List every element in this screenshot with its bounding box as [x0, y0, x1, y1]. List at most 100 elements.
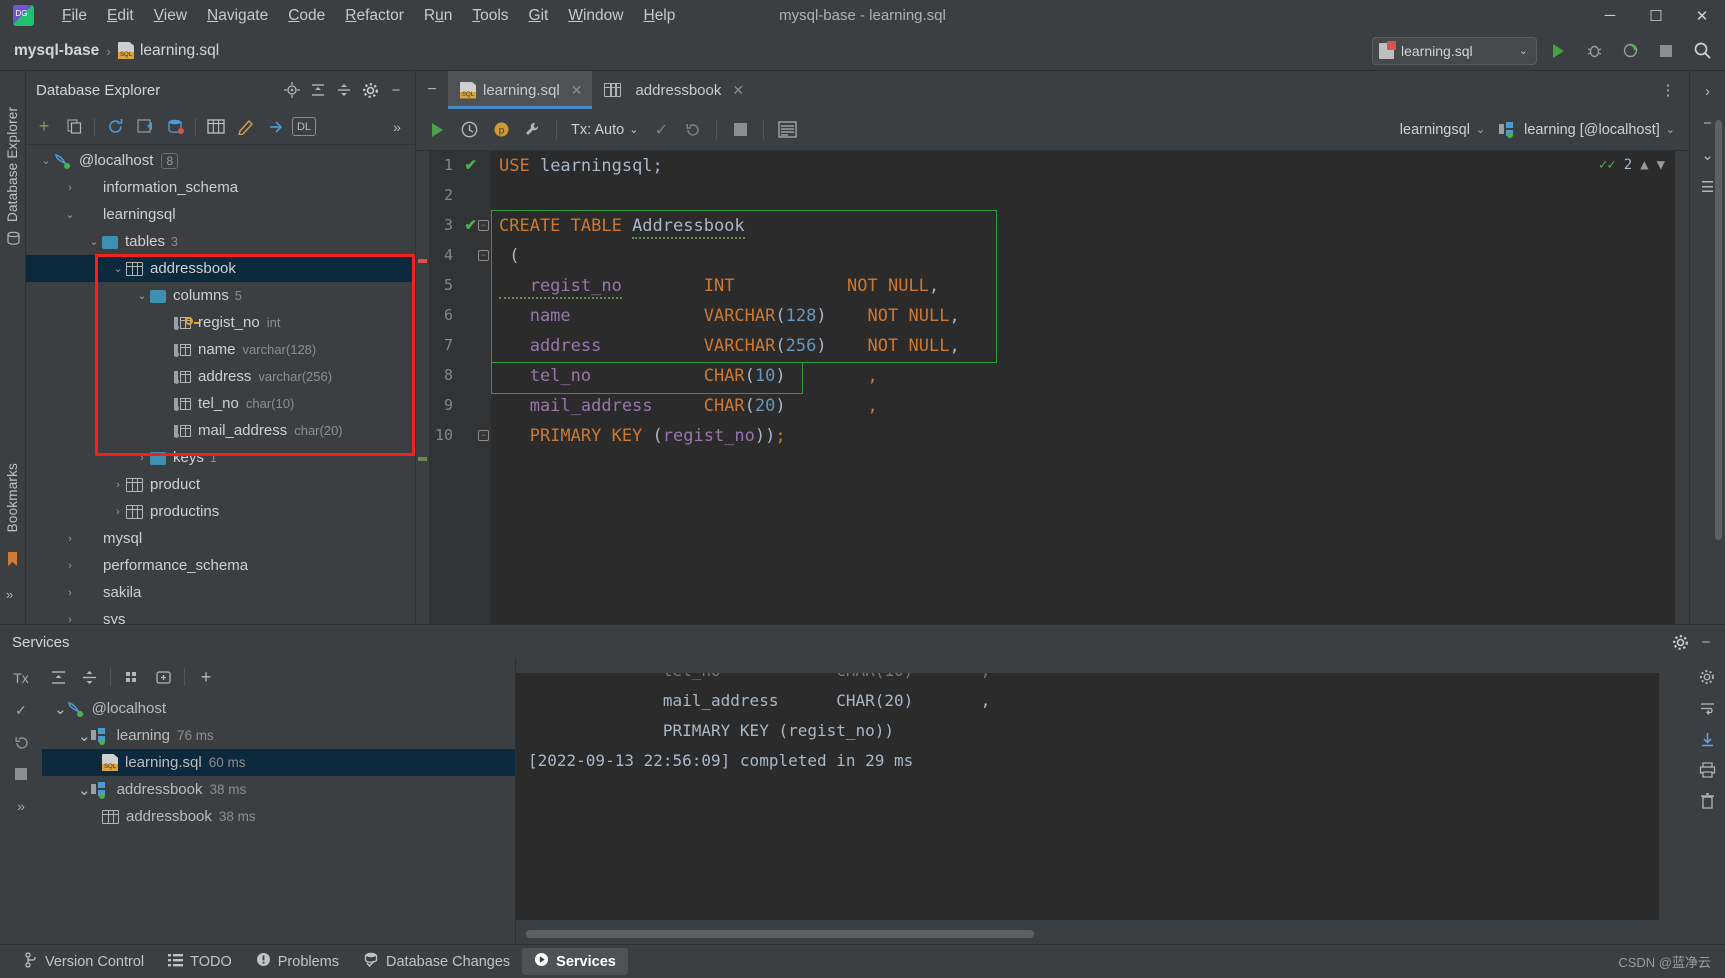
run-configuration-selector[interactable]: learning.sql ⌄	[1372, 36, 1537, 65]
db-tree-row-productins[interactable]: › productins	[26, 498, 415, 525]
stop-button[interactable]	[1651, 36, 1681, 66]
inspection-widget[interactable]: ✓✓ 2 ▲ ▼	[1599, 157, 1665, 173]
table-view-icon[interactable]	[202, 113, 230, 141]
services-tree-row[interactable]: ⌄ addressbook 38 ms	[42, 776, 515, 803]
db-tree-row-product[interactable]: › product	[26, 471, 415, 498]
db-tree-row-address[interactable]: address varchar(256)	[26, 363, 415, 390]
tab-addressbook[interactable]: addressbook ✕	[592, 71, 754, 109]
services-tx-label[interactable]: Tx	[6, 663, 36, 693]
chevron-right-icon[interactable]: ›	[62, 182, 78, 194]
status-services[interactable]: Services	[522, 948, 628, 975]
stripe-mark-warning[interactable]	[418, 457, 427, 461]
collapse-editor-icon[interactable]: −	[416, 71, 448, 109]
prev-problem-icon[interactable]: ▲	[1640, 157, 1648, 173]
menu-help[interactable]: Help	[633, 4, 685, 28]
status-version-control[interactable]: Version Control	[12, 948, 156, 976]
menu-window[interactable]: Window	[558, 4, 633, 28]
services-more-icon[interactable]: »	[6, 791, 36, 821]
locate-icon[interactable]	[279, 77, 305, 103]
expand-all-icon[interactable]	[44, 663, 72, 691]
delete-icon[interactable]	[1693, 787, 1721, 815]
run-with-coverage-button[interactable]	[1615, 36, 1645, 66]
db-tree-row--localhost[interactable]: ⌄ @localhost 8	[26, 147, 415, 174]
db-tree-row-keys[interactable]: › keys 1	[26, 444, 415, 471]
tree-scrollbar[interactable]	[1715, 120, 1722, 540]
print-icon[interactable]	[1693, 756, 1721, 784]
data-source-properties-icon[interactable]	[161, 113, 189, 141]
code-fold-icon[interactable]: −	[478, 220, 489, 231]
db-tree-row-name[interactable]: name varchar(128)	[26, 336, 415, 363]
hide-services-icon[interactable]: −	[1693, 629, 1719, 655]
database-explorer-tree[interactable]: ⌄ @localhost 8 › information_schema ⌄ learning…	[26, 145, 415, 624]
status-todo[interactable]: TODO	[156, 949, 244, 975]
group-by-icon[interactable]	[118, 663, 146, 691]
chevron-down-icon[interactable]: ⌄	[54, 700, 67, 718]
execution-history-icon[interactable]	[454, 115, 484, 145]
db-tree-row-tel_no[interactable]: tel_no char(10)	[26, 390, 415, 417]
run-button[interactable]	[1543, 36, 1573, 66]
maximize-button[interactable]: ☐	[1633, 0, 1679, 31]
transaction-mode-selector[interactable]: Tx: Auto ⌄	[565, 122, 644, 138]
chevron-down-icon[interactable]: ⌄	[110, 262, 126, 275]
session-settings-icon[interactable]	[518, 115, 548, 145]
menu-git[interactable]: Git	[519, 4, 559, 28]
close-icon[interactable]: ✕	[732, 82, 744, 99]
more-options-icon[interactable]: »	[383, 113, 411, 141]
chevron-down-icon[interactable]: ⌄	[62, 208, 78, 221]
chevron-down-icon[interactable]: ⌄	[86, 235, 102, 248]
services-tree[interactable]: ⌄@localhost⌄learning76 mslearning.sql60 …	[42, 695, 515, 944]
menu-view[interactable]: View	[144, 4, 197, 28]
statement-executed-icon[interactable]: ✔	[464, 216, 477, 234]
menu-file[interactable]: File	[52, 4, 97, 28]
db-tree-row-information_schema[interactable]: › information_schema	[26, 174, 415, 201]
scroll-to-end-icon[interactable]	[1693, 725, 1721, 753]
db-tree-row-performance_schema[interactable]: › performance_schema	[26, 552, 415, 579]
new-tab-icon[interactable]	[149, 663, 177, 691]
menu-edit[interactable]: Edit	[97, 4, 144, 28]
db-tree-row-mail_address[interactable]: mail_address char(20)	[26, 417, 415, 444]
output-console[interactable]: tel_no CHAR(10) , mail_address CHAR(20) …	[516, 673, 1659, 920]
db-tree-row-addressbook[interactable]: ⌄ addressbook	[26, 255, 415, 282]
ddl-icon[interactable]: DL	[292, 117, 316, 136]
menu-run[interactable]: Run	[414, 4, 462, 28]
more-tool-windows-icon[interactable]: »	[6, 587, 21, 602]
services-commit-icon[interactable]: ✓	[6, 695, 36, 725]
services-tree-row[interactable]: learning.sql 60 ms	[42, 749, 515, 776]
chevron-down-icon[interactable]: ⌄	[134, 289, 150, 302]
breadcrumb-file[interactable]: learning.sql	[117, 42, 219, 60]
collapse-all-icon[interactable]	[75, 663, 103, 691]
chevron-right-icon[interactable]: ›	[62, 614, 78, 625]
schema-selector[interactable]: learningsql ⌄	[1369, 121, 1485, 139]
statement-executed-icon[interactable]: ✔	[464, 156, 477, 174]
chevron-right-icon[interactable]: ›	[62, 560, 78, 572]
expand-all-icon[interactable]	[305, 77, 331, 103]
db-tree-row-tables[interactable]: ⌄ tables 3	[26, 228, 415, 255]
chevron-down-icon[interactable]: ⌄	[78, 727, 91, 745]
expand-right-icon[interactable]: ›	[1694, 77, 1722, 105]
close-icon[interactable]: ✕	[571, 82, 583, 99]
left-strip-bookmarks[interactable]: Bookmarks	[5, 463, 20, 532]
status-problems[interactable]: Problems	[244, 948, 351, 975]
chevron-right-icon[interactable]: ›	[110, 506, 126, 518]
duplicate-icon[interactable]	[60, 113, 88, 141]
editor-scrollbar[interactable]	[1675, 151, 1689, 624]
menu-tools[interactable]: Tools	[462, 4, 518, 28]
execute-button[interactable]	[422, 115, 452, 145]
left-strip-database-explorer[interactable]: Database Explorer	[5, 77, 20, 222]
chevron-right-icon[interactable]: ›	[62, 533, 78, 545]
menu-refactor[interactable]: Refactor	[335, 4, 414, 28]
commit-icon[interactable]: ✓	[646, 115, 676, 145]
explain-plan-icon[interactable]: p	[486, 115, 516, 145]
next-problem-icon[interactable]: ▼	[1657, 157, 1665, 173]
modify-icon[interactable]	[232, 113, 260, 141]
debug-button[interactable]	[1579, 36, 1609, 66]
chevron-down-icon[interactable]: ⌄	[38, 154, 54, 167]
output-options-icon[interactable]	[772, 115, 802, 145]
services-tree-row[interactable]: addressbook 38 ms	[42, 803, 515, 830]
run-query-console-icon[interactable]	[131, 113, 159, 141]
jump-to-icon[interactable]	[262, 113, 290, 141]
code-editor[interactable]: ✓✓ 2 ▲ ▼ USE learningsql; CREATE TABLE Ad…	[491, 151, 1675, 624]
collapse-all-icon[interactable]	[331, 77, 357, 103]
add-service-icon[interactable]: +	[192, 663, 220, 691]
status-database-changes[interactable]: Database Changes	[351, 948, 522, 976]
